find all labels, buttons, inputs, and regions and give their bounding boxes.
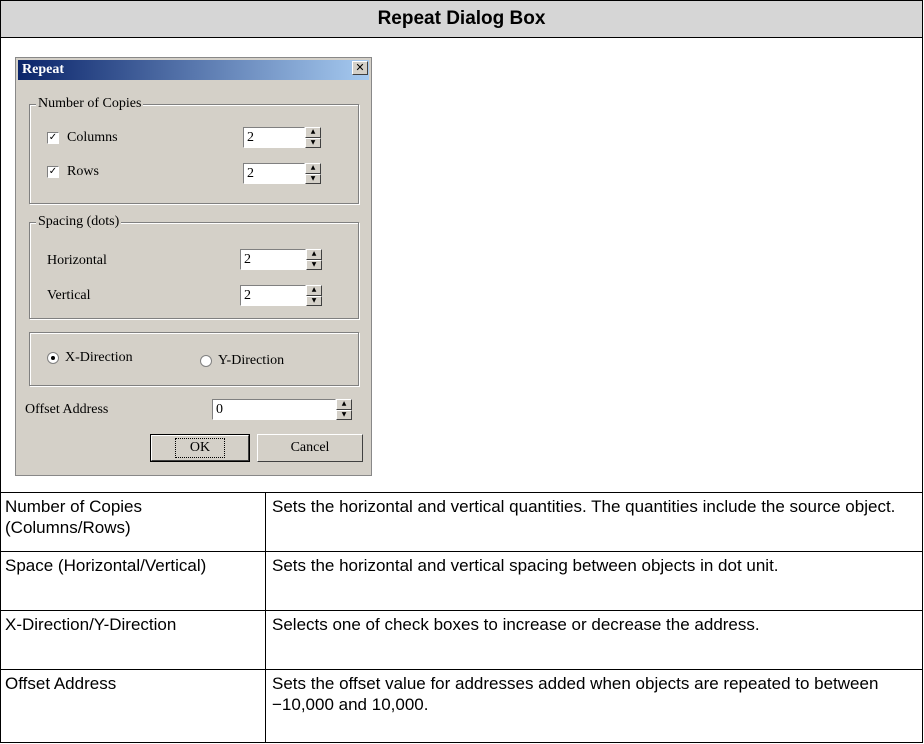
table-row: Number of Copies (Columns/Rows) Sets the… (1, 493, 922, 552)
columns-stepper[interactable]: 2 ▲ ▼ (243, 127, 321, 148)
row-term: Space (Horizontal/Vertical) (1, 552, 266, 610)
vertical-stepper[interactable]: 2 ▲ ▼ (240, 285, 322, 306)
rows-stepper[interactable]: 2 ▲ ▼ (243, 163, 321, 184)
table-row: Offset Address Sets the offset value for… (1, 670, 922, 743)
row-term: Number of Copies (Columns/Rows) (1, 493, 266, 551)
ok-button-label: OK (174, 438, 226, 458)
copies-group: Number of Copies ✓ Columns 2 ▲ ▼ ✓ Rows 2… (29, 96, 359, 204)
row-description: Sets the horizontal and vertical spacing… (272, 556, 779, 575)
table-row: X-Direction/Y-Direction Selects one of c… (1, 611, 922, 670)
spin-down-icon[interactable]: ▼ (336, 409, 352, 420)
y-direction-radio-row[interactable]: Y-Direction (200, 353, 284, 369)
spin-up-icon[interactable]: ▲ (336, 399, 352, 410)
copies-group-label: Number of Copies (36, 96, 144, 112)
spin-up-icon[interactable]: ▲ (306, 249, 322, 260)
y-direction-radio[interactable] (200, 355, 212, 367)
horizontal-field[interactable]: 2 (240, 249, 306, 270)
document-table: Repeat Dialog Box Repeat ✕ Number of Cop… (0, 0, 923, 743)
horizontal-stepper[interactable]: 2 ▲ ▼ (240, 249, 322, 270)
vertical-label: Vertical (47, 288, 91, 303)
row-description: Selects one of check boxes to increase o… (272, 615, 760, 634)
offset-address-stepper[interactable]: 0 ▲ ▼ (212, 399, 352, 420)
spacing-group-label: Spacing (dots) (36, 214, 122, 230)
spin-up-icon[interactable]: ▲ (305, 163, 321, 174)
spin-down-icon[interactable]: ▼ (305, 137, 321, 148)
rows-checkbox[interactable]: ✓ (47, 166, 59, 178)
dialog-title: Repeat (22, 62, 64, 77)
spin-up-icon[interactable]: ▲ (305, 127, 321, 138)
y-direction-label: Y-Direction (218, 353, 285, 368)
x-direction-radio[interactable] (47, 352, 59, 364)
offset-address-label: Offset Address (25, 402, 109, 417)
dialog-titlebar: Repeat (18, 60, 369, 80)
ok-button[interactable]: OK (150, 434, 250, 462)
table-title: Repeat Dialog Box (1, 1, 922, 38)
x-direction-radio-row[interactable]: X-Direction (47, 350, 133, 366)
row-term: X-Direction/Y-Direction (1, 611, 266, 669)
spacing-group: Spacing (dots) Horizontal 2 ▲ ▼ Vertical … (29, 214, 359, 319)
columns-checkbox[interactable]: ✓ (47, 132, 59, 144)
row-term: Offset Address (1, 670, 266, 743)
columns-checkbox-row[interactable]: ✓ Columns (47, 130, 118, 146)
vertical-field[interactable]: 2 (240, 285, 306, 306)
spin-up-icon[interactable]: ▲ (306, 285, 322, 296)
spin-down-icon[interactable]: ▼ (306, 295, 322, 306)
columns-field[interactable]: 2 (243, 127, 305, 148)
horizontal-label: Horizontal (47, 253, 107, 268)
close-icon[interactable]: ✕ (352, 61, 368, 75)
table-row: Space (Horizontal/Vertical) Sets the hor… (1, 552, 922, 611)
columns-label: Columns (67, 130, 118, 145)
repeat-dialog: Repeat ✕ Number of Copies ✓ Columns 2 ▲ ▼… (15, 57, 372, 476)
rows-checkbox-row[interactable]: ✓ Rows (47, 164, 99, 180)
direction-group: X-Direction Y-Direction (29, 332, 359, 386)
spin-down-icon[interactable]: ▼ (305, 173, 321, 184)
row-description: Sets the horizontal and vertical quantit… (272, 497, 896, 516)
row-description: Sets the offset value for addresses adde… (272, 674, 879, 714)
rows-field[interactable]: 2 (243, 163, 305, 184)
cancel-button[interactable]: Cancel (257, 434, 363, 462)
rows-label: Rows (67, 164, 99, 179)
offset-address-field[interactable]: 0 (212, 399, 336, 420)
spin-down-icon[interactable]: ▼ (306, 259, 322, 270)
x-direction-label: X-Direction (65, 350, 133, 365)
